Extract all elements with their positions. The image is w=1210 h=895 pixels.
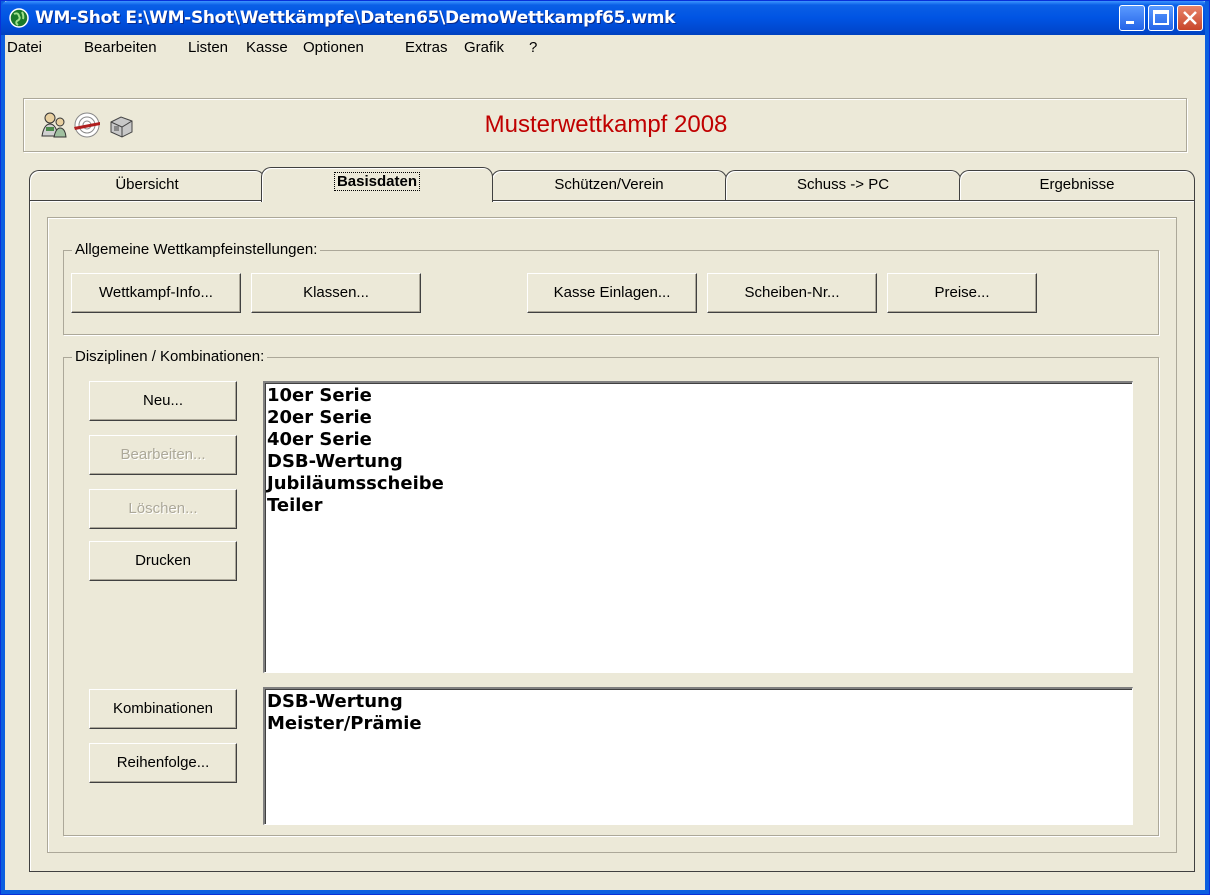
minimize-button[interactable]: [1119, 5, 1145, 31]
list-item[interactable]: DSB-Wertung: [267, 451, 1132, 473]
menu-help[interactable]: ?: [529, 39, 537, 56]
maximize-icon: [1153, 10, 1169, 25]
order-button[interactable]: Reihenfolge...: [89, 743, 237, 783]
app-window: WM-Shot E:\WM-Shot\Wettkämpfe\Daten65\De…: [0, 0, 1210, 895]
window-bottom-border: [1, 890, 1209, 894]
app-globe-icon: [9, 8, 29, 28]
tab-schuetzen-verein[interactable]: Schützen/Verein: [491, 170, 727, 200]
disciplines-legend: Disziplinen / Kombinationen:: [72, 348, 268, 365]
menu-kasse[interactable]: Kasse: [246, 39, 288, 56]
competition-title: Musterwettkampf 2008: [484, 111, 728, 138]
combinations-button[interactable]: Kombinationen: [89, 689, 237, 729]
combination-listbox[interactable]: DSB-Wertung Meister/Prämie: [263, 687, 1133, 825]
title-bar[interactable]: WM-Shot E:\WM-Shot\Wettkämpfe\Daten65\De…: [1, 1, 1209, 35]
competition-header: Musterwettkampf 2008: [23, 98, 1187, 152]
scheiben-nr-button[interactable]: Scheiben-Nr...: [707, 273, 877, 313]
tab-ergebnisse[interactable]: Ergebnisse: [959, 170, 1195, 200]
menu-optionen[interactable]: Optionen: [303, 39, 364, 56]
window-title: WM-Shot E:\WM-Shot\Wettkämpfe\Daten65\De…: [35, 8, 676, 28]
delete-discipline-button: Löschen...: [89, 489, 237, 529]
kasse-einlagen-button[interactable]: Kasse Einlagen...: [527, 273, 697, 313]
menu-bearbeiten[interactable]: Bearbeiten: [84, 39, 157, 56]
menu-listen[interactable]: Listen: [188, 39, 228, 56]
menu-extras[interactable]: Extras: [405, 39, 448, 56]
discipline-listbox[interactable]: 10er Serie 20er Serie 40er Serie DSB-Wer…: [263, 381, 1133, 673]
edit-discipline-button: Bearbeiten...: [89, 435, 237, 475]
list-item[interactable]: 20er Serie: [267, 407, 1132, 429]
maximize-button[interactable]: [1148, 5, 1174, 31]
list-item[interactable]: Meister/Prämie: [267, 713, 1132, 735]
minimize-icon: [1126, 21, 1134, 24]
close-button[interactable]: [1177, 5, 1203, 31]
list-item[interactable]: DSB-Wertung: [267, 691, 1132, 713]
list-item[interactable]: Teiler: [267, 495, 1132, 517]
general-settings-legend: Allgemeine Wettkampfeinstellungen:: [72, 241, 321, 258]
wettkampf-info-button[interactable]: Wettkampf-Info...: [71, 273, 241, 313]
list-item[interactable]: 10er Serie: [267, 385, 1132, 407]
menu-datei[interactable]: Datei: [7, 39, 42, 56]
tab-strip: Übersicht Basisdaten Schützen/Verein Sch…: [29, 167, 1195, 202]
tab-schuss-pc[interactable]: Schuss -> PC: [725, 170, 961, 200]
print-button[interactable]: Drucken: [89, 541, 237, 581]
preise-button[interactable]: Preise...: [887, 273, 1037, 313]
tab-uebersicht[interactable]: Übersicht: [29, 170, 265, 200]
list-item[interactable]: 40er Serie: [267, 429, 1132, 451]
tab-basisdaten[interactable]: Basisdaten: [261, 167, 493, 202]
menu-grafik[interactable]: Grafik: [464, 39, 504, 56]
close-icon: [1183, 11, 1197, 25]
list-item[interactable]: Jubiläumsscheibe: [267, 473, 1132, 495]
menu-bar: Datei Bearbeiten Listen Kasse Optionen E…: [5, 35, 1207, 59]
new-discipline-button[interactable]: Neu...: [89, 381, 237, 421]
klassen-button[interactable]: Klassen...: [251, 273, 421, 313]
